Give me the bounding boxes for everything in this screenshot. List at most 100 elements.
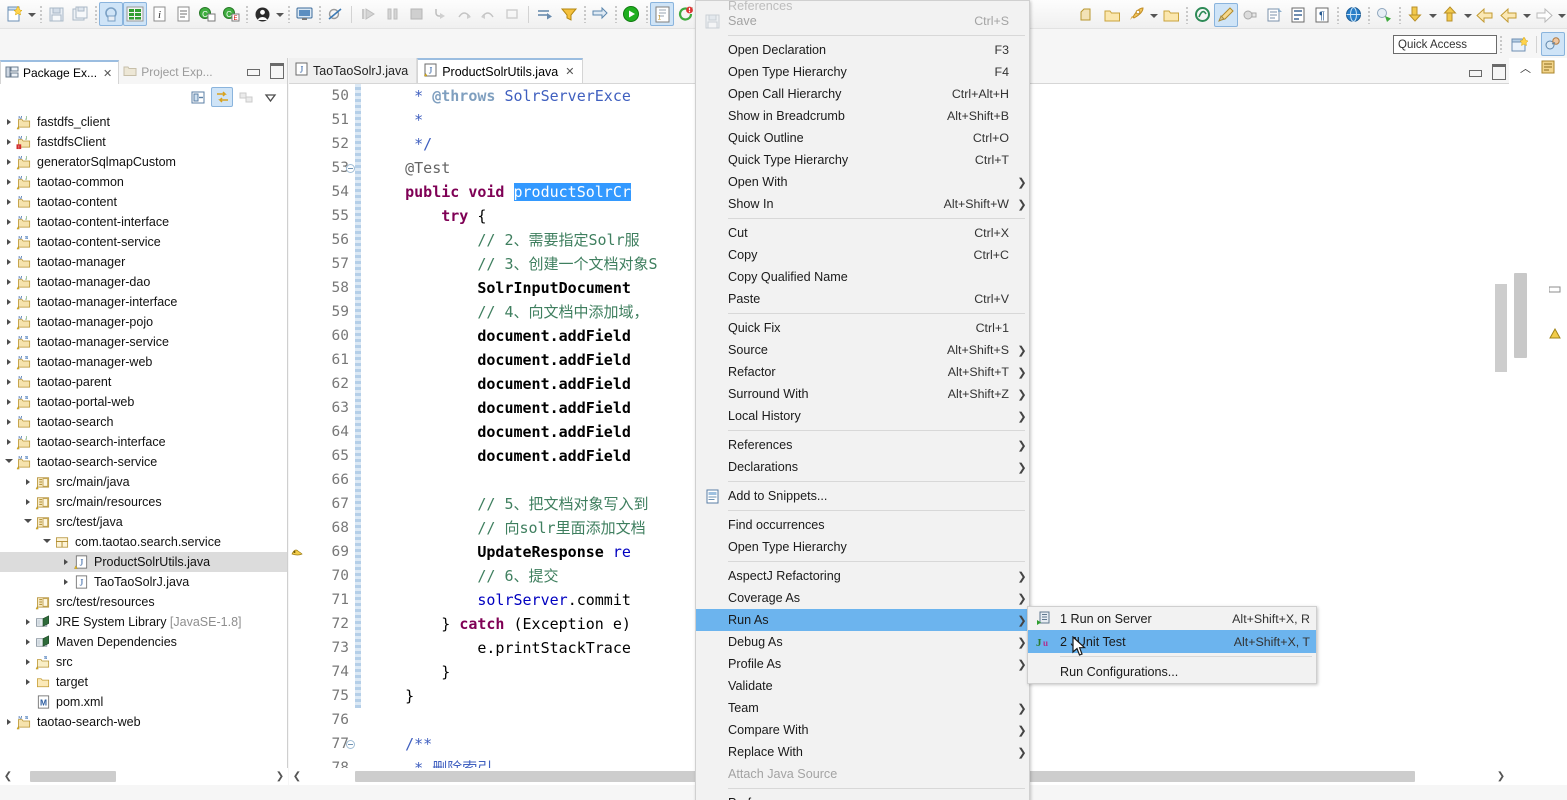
open-console-button[interactable] [292,2,316,26]
tree-item[interactable]: M Jtaotao-search-interface [0,432,287,452]
tree-item[interactable]: M Jtaotao-manager-interface [0,292,287,312]
expand-arrow-icon[interactable] [2,172,16,192]
menu-item-paste[interactable]: Paste Ctrl+V [696,288,1029,310]
fold-collapse-icon[interactable] [346,164,355,173]
menu-item-quick-outline[interactable]: Quick Outline Ctrl+O [696,127,1029,149]
menu-item-source[interactable]: Source Alt+Shift+S ❯ [696,339,1029,361]
menu-item-quick-fix[interactable]: Quick Fix Ctrl+1 [696,317,1029,339]
close-icon[interactable]: ✕ [103,67,112,80]
menu-item-profile-as[interactable]: Profile As ❯ [696,653,1029,675]
javadoc-button[interactable]: i [147,2,171,26]
open-perspective-button[interactable] [1508,32,1532,56]
menu-item-quick-type-hierarchy[interactable]: Quick Type Hierarchy Ctrl+T [696,149,1029,171]
expand-arrow-icon[interactable] [2,132,16,152]
menu-item-aspectj-refactoring[interactable]: AspectJ Refactoring ❯ [696,565,1029,587]
tree-item[interactable]: M Staotao-manager-web [0,352,287,372]
run-last-tool-button[interactable] [1124,3,1148,27]
terminate-button[interactable] [404,2,428,26]
new-wizard-dropdown[interactable] [26,2,37,26]
step-return-button[interactable] [476,2,500,26]
show-whitespace-button[interactable]: ¶ [1310,3,1334,27]
open-folder-button[interactable] [1159,3,1183,27]
collapse-chevron-icon[interactable]: ︿ [1520,60,1531,76]
expand-arrow-icon[interactable] [21,472,35,492]
step-into-button[interactable] [428,2,452,26]
project-tree[interactable]: M Jfastdfs_client M J! fastdfsClient M Jgenera… [0,110,287,758]
tree-item[interactable]: src/main/java [0,472,287,492]
forward-button[interactable] [1532,3,1556,27]
tree-item[interactable]: Mtaotao-content [0,192,287,212]
menu-item-team[interactable]: Team ❯ [696,697,1029,719]
menu-item-validate[interactable]: Validate [696,675,1029,697]
menu-item-local-history[interactable]: Local History ❯ [696,405,1029,427]
new-java-class-e-button[interactable]: CE [219,2,243,26]
menu-item-debug-as[interactable]: Debug As ❯ [696,631,1029,653]
expand-arrow-icon[interactable] [2,372,16,392]
scroll-right-icon[interactable]: ❯ [272,768,288,785]
java-ee-perspective-button[interactable] [1541,32,1565,56]
menu-item-show-in-breadcrumb[interactable]: Show in Breadcrumb Alt+Shift+B [696,105,1029,127]
tree-item[interactable]: M Jfastdfs_client [0,112,287,132]
menu-item-preferences[interactable]: Preferences [696,792,1029,800]
tree-item[interactable]: com.taotao.search.service [0,532,287,552]
tree-item[interactable]: JRE System Library [JavaSE-1.8] [0,612,287,632]
expand-arrow-icon[interactable] [2,332,16,352]
menu-item-open-declaration[interactable]: Open Declaration F3 [696,39,1029,61]
forward-dropdown[interactable] [1556,3,1567,27]
aspectj-button[interactable] [1190,3,1214,27]
menu-item-open-type-hierarchy[interactable]: Open Type Hierarchy F4 [696,61,1029,83]
expand-arrow-icon[interactable] [2,272,16,292]
menu-item-replace-with[interactable]: Replace With ❯ [696,741,1029,763]
last-edit-location-button[interactable] [588,2,612,26]
submenu-item-run-configurations[interactable]: Run Configurations... [1028,660,1316,683]
collapse-arrow-icon[interactable] [40,532,54,552]
next-annotation-button[interactable] [533,2,557,26]
tree-item[interactable]: target [0,672,287,692]
export-button[interactable] [1438,3,1462,27]
scroll-left-icon[interactable]: ❮ [289,768,305,785]
tree-item[interactable]: src/test/resources [0,592,287,612]
expand-arrow-icon[interactable] [2,432,16,452]
menu-item-references[interactable]: References ❯ [696,434,1029,456]
collapse-all-button[interactable] [187,87,209,107]
scroll-track[interactable] [16,768,272,785]
close-icon[interactable]: ✕ [565,65,574,78]
run-external-button[interactable] [1372,3,1396,27]
menu-item-find-occurrences[interactable]: Find occurrences [696,514,1029,536]
warning-marker-icon[interactable] [290,545,304,561]
menu-item-coverage-as[interactable]: Coverage As ❯ [696,587,1029,609]
tree-item[interactable]: Maven Dependencies [0,632,287,652]
expand-arrow-icon[interactable] [2,232,16,252]
minimize-icon[interactable] [246,62,260,76]
run-as-submenu[interactable]: 1 Run on Server Alt+Shift+X, RJu2 JUnit T… [1027,606,1317,684]
expand-arrow-icon[interactable] [2,112,16,132]
menu-item-show-in[interactable]: Show In Alt+Shift+W ❯ [696,193,1029,215]
expand-arrow-icon[interactable] [2,152,16,172]
menu-item-refactor[interactable]: Refactor Alt+Shift+T ❯ [696,361,1029,383]
tree-item[interactable]: M Jtaotao-content-interface [0,212,287,232]
resume-button[interactable] [356,2,380,26]
open-resource-button[interactable] [1100,3,1124,27]
menu-item-surround-with[interactable]: Surround With Alt+Shift+Z ❯ [696,383,1029,405]
tree-item[interactable]: M Jtaotao-common [0,172,287,192]
skip-breakpoints-button[interactable] [323,2,347,26]
expand-arrow-icon[interactable] [21,632,35,652]
tree-item[interactable]: J ProductSolrUtils.java [0,552,287,572]
search-button[interactable] [557,2,581,26]
toggle-block-selection-button[interactable] [1286,3,1310,27]
tab-taotaosolrj[interactable]: J TaoTaoSolrJ.java [289,58,418,83]
quick-access-input[interactable]: Quick Access [1393,34,1497,54]
open-web-browser-button[interactable] [1341,3,1365,27]
package-explorer-hscrollbar[interactable]: ❮ ❯ [0,768,288,785]
save-button[interactable] [44,2,68,26]
submenu-item-1-run-on-server[interactable]: 1 Run on Server Alt+Shift+X, R [1028,607,1316,630]
link-with-editor-button[interactable] [211,87,233,107]
user-account-button[interactable] [250,2,274,26]
tree-item[interactable]: M Staotao-portal-web [0,392,287,412]
tree-item[interactable]: Ssrc [0,652,287,672]
tree-item[interactable]: M Staotao-search-service [0,452,287,472]
menu-item-open-call-hierarchy[interactable]: Open Call Hierarchy Ctrl+Alt+H [696,83,1029,105]
menu-item-compare-with[interactable]: Compare With ❯ [696,719,1029,741]
tree-item[interactable]: Mpom.xml [0,692,287,712]
tree-item[interactable]: Mtaotao-manager [0,252,287,272]
